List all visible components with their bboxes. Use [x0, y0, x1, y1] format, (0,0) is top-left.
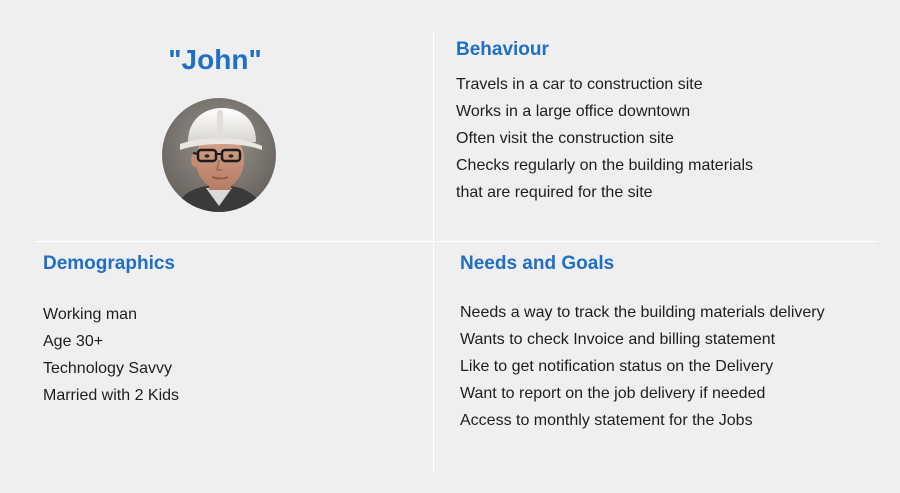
list-item: that are required for the site — [456, 184, 653, 201]
avatar — [162, 98, 276, 212]
list-item: Wants to check Invoice and billing state… — [460, 331, 776, 348]
list-item: Like to get notification status on the D… — [460, 358, 774, 375]
list-item: Travels in a car to construction site — [456, 76, 703, 93]
list-item: Working man — [43, 306, 137, 323]
list-item: Married with 2 Kids — [43, 387, 180, 404]
demographics-heading: Demographics — [43, 253, 175, 274]
list-item: Needs a way to track the building materi… — [460, 304, 825, 321]
list-item: Age 30+ — [43, 333, 104, 350]
list-item: Technology Savvy — [43, 360, 172, 377]
persona-name: "John" — [168, 44, 262, 75]
list-item: Want to report on the job delivery if ne… — [460, 385, 766, 402]
avatar-portrait-image — [162, 98, 276, 212]
needs-goals-list: Needs a way to track the building materi… — [460, 299, 825, 434]
horizontal-divider — [35, 241, 878, 242]
vertical-divider — [433, 32, 434, 472]
list-item: Access to monthly statement for the Jobs — [460, 412, 753, 429]
behaviour-list: Travels in a car to construction site Wo… — [456, 71, 753, 206]
demographics-list: Working man Age 30+ Technology Savvy Mar… — [43, 301, 179, 409]
list-item: Works in a large office downtown — [456, 103, 691, 120]
needs-goals-heading: Needs and Goals — [460, 253, 615, 274]
list-item: Often visit the construction site — [456, 130, 674, 147]
list-item: Checks regularly on the building materia… — [456, 157, 754, 174]
behaviour-heading: Behaviour — [456, 39, 549, 60]
